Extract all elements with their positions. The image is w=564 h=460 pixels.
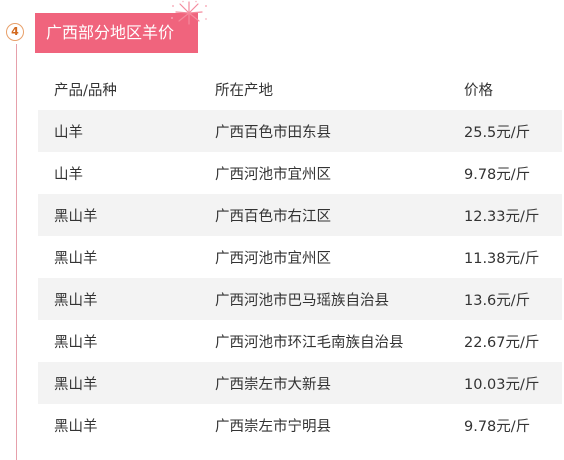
cell-price: 10.03元/斤 [448, 362, 562, 404]
cell-origin: 广西崇左市大新县 [199, 362, 448, 404]
cell-price: 12.33元/斤 [448, 194, 562, 236]
table-row: 黑山羊 广西百色市右江区 12.33元/斤 [38, 194, 562, 236]
cell-product: 黑山羊 [38, 362, 199, 404]
table-row: 黑山羊 广西河池市环江毛南族自治县 22.67元/斤 [38, 320, 562, 362]
cell-origin: 广西河池市环江毛南族自治县 [215, 334, 404, 351]
cell-origin: 广西百色市右江区 [199, 194, 448, 236]
table-row: 山羊 广西河池市宜州区 9.78元/斤 [38, 152, 562, 194]
cell-origin: 广西河池市宜州区 [215, 250, 331, 267]
cell-product: 黑山羊 [54, 334, 98, 351]
table-row: 黑山羊 广西河池市巴马瑶族自治县 13.6元/斤 [38, 278, 562, 320]
cell-price: 22.67元/斤 [464, 334, 540, 351]
cell-price: 9.78元/斤 [464, 166, 531, 183]
table-row: 黑山羊 广西河池市宜州区 11.38元/斤 [38, 236, 562, 278]
cell-product: 黑山羊 [54, 250, 98, 267]
table-row: 山羊 广西百色市田东县 25.5元/斤 [38, 110, 562, 152]
cell-product: 黑山羊 [38, 194, 199, 236]
cell-price: 13.6元/斤 [448, 278, 562, 320]
cell-price: 9.78元/斤 [464, 418, 531, 435]
header-origin: 所在产地 [215, 82, 273, 99]
header-price: 价格 [464, 82, 493, 99]
cell-product: 黑山羊 [54, 418, 98, 435]
timeline-line [16, 44, 17, 460]
cell-origin: 广西崇左市宁明县 [215, 418, 331, 435]
table-row: 黑山羊 广西崇左市大新县 10.03元/斤 [38, 362, 562, 404]
price-table: 产品/品种 所在产地 价格 山羊 广西百色市田东县 25.5元/斤 山羊 广西河… [38, 68, 562, 446]
cell-product: 黑山羊 [38, 278, 199, 320]
cell-origin: 广西河池市巴马瑶族自治县 [199, 278, 448, 320]
table-header-row: 产品/品种 所在产地 价格 [38, 68, 562, 110]
section-number: 4 [11, 25, 19, 38]
header-product: 产品/品种 [54, 82, 117, 99]
cell-origin: 广西河池市宜州区 [215, 166, 331, 183]
cell-price: 25.5元/斤 [448, 110, 562, 152]
cell-product: 山羊 [38, 110, 199, 152]
firework-decoration-icon [171, 0, 207, 25]
table-row: 黑山羊 广西崇左市宁明县 9.78元/斤 [38, 404, 562, 446]
section-number-badge: 4 [6, 23, 24, 41]
cell-product: 山羊 [54, 166, 83, 183]
cell-price: 11.38元/斤 [464, 250, 540, 267]
cell-origin: 广西百色市田东县 [199, 110, 448, 152]
